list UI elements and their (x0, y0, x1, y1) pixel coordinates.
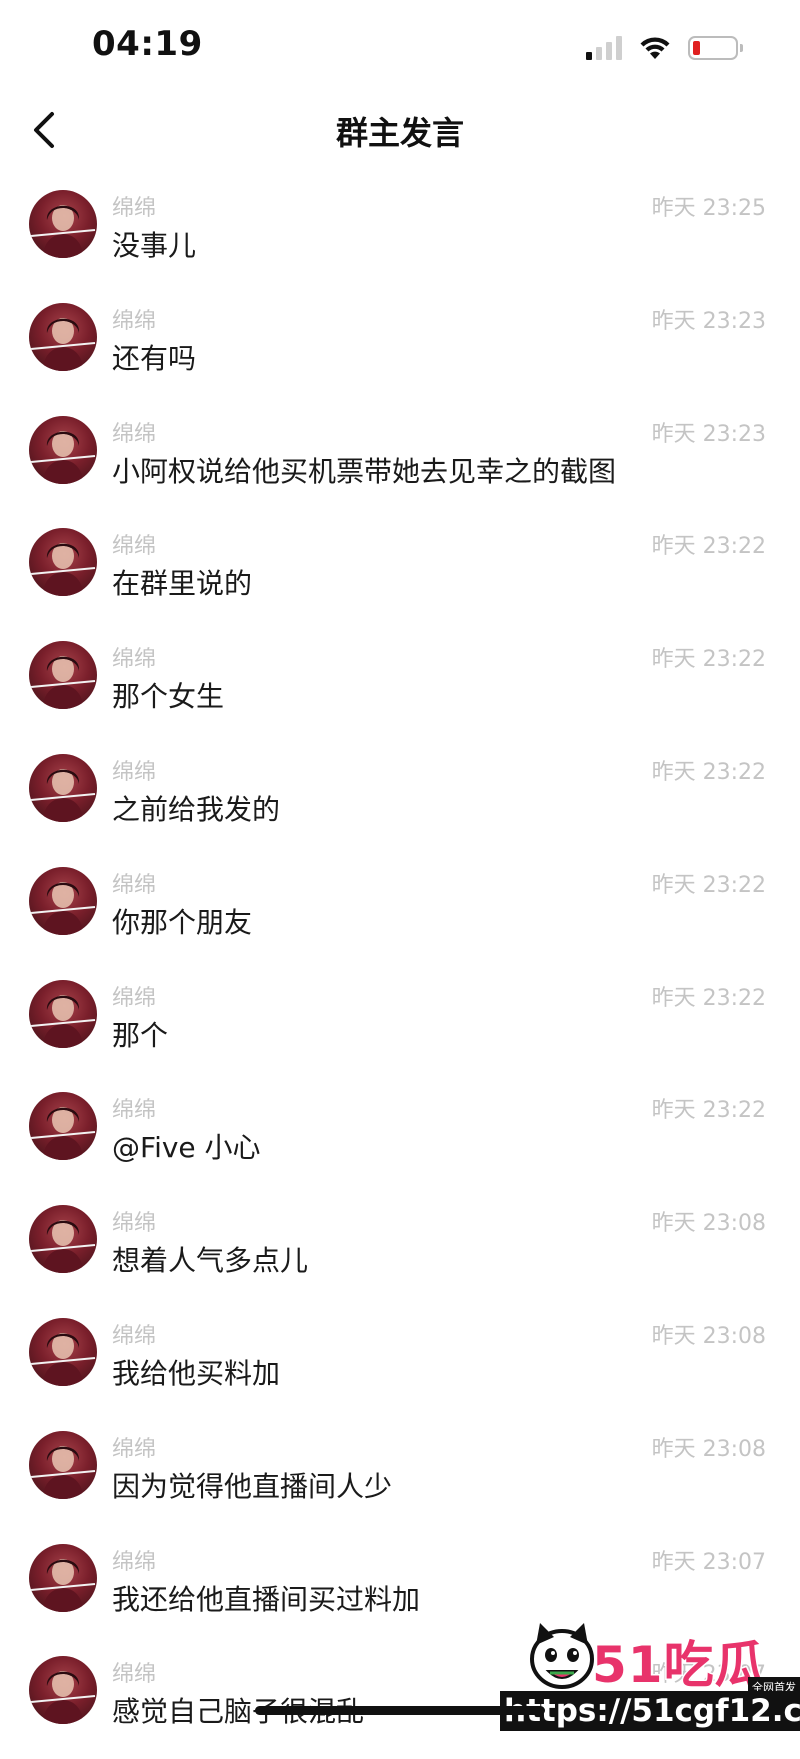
avatar[interactable] (29, 1543, 97, 1612)
nav-bar: 群主发言 (0, 90, 800, 170)
message-list[interactable]: 绵绵 昨天 23:25 没事儿 绵绵 昨天 23:23 还有吗 绵绵 昨天 23… (0, 180, 800, 1759)
sender-name: 绵绵 (112, 647, 157, 673)
avatar-image (30, 1671, 96, 1725)
avatar-image (30, 317, 96, 371)
avatar[interactable] (29, 190, 97, 258)
sender-name: 绵绵 (112, 421, 157, 447)
sender-name: 绵绵 (112, 196, 157, 221)
watermark-url: https://51cgf12.com (500, 1691, 800, 1731)
sender-name: 绵绵 (112, 308, 157, 334)
message-item[interactable]: 绵绵 昨天 23:22 那个 (0, 970, 800, 1083)
sender-name: 绵绵 (112, 1323, 157, 1349)
message-time: 昨天 23:22 (651, 985, 766, 1011)
message-item[interactable]: 绵绵 昨天 23:08 想着人气多点儿 (0, 1195, 800, 1308)
message-time: 昨天 23:22 (651, 534, 766, 560)
sender-name: 绵绵 (112, 1211, 157, 1237)
avatar-image (30, 543, 96, 597)
message-text: @Five 小心 (112, 1131, 261, 1165)
message-text: 那个女生 (112, 680, 225, 714)
avatar[interactable] (29, 1092, 97, 1161)
message-text: 我还给他直播间买过料加 (112, 1582, 421, 1616)
message-item[interactable]: 绵绵 昨天 23:08 我给他买料加 (0, 1308, 800, 1421)
message-text: 我给他买料加 (112, 1356, 281, 1390)
battery-level (693, 41, 700, 55)
message-time: 昨天 23:23 (651, 308, 766, 334)
sender-name: 绵绵 (112, 1436, 157, 1462)
watermark: 51吃瓜 全网首发 https://51cgf12.com (500, 1615, 800, 1731)
message-text: 你那个朋友 (112, 905, 253, 939)
sender-name: 绵绵 (112, 534, 157, 560)
avatar-image (30, 1220, 96, 1274)
status-icons (586, 30, 743, 66)
watermark-brand: 51吃瓜 (591, 1635, 767, 1696)
avatar-image (30, 1332, 96, 1386)
avatar[interactable] (29, 979, 97, 1048)
message-item[interactable]: 绵绵 昨天 23:22 @Five 小心 (0, 1082, 800, 1195)
message-item[interactable]: 绵绵 昨天 23:22 你那个朋友 (0, 857, 800, 970)
avatar-image (30, 768, 96, 822)
avatar-image (30, 994, 96, 1048)
message-time: 昨天 23:22 (651, 872, 766, 898)
avatar[interactable] (29, 1205, 97, 1274)
page-title: 群主发言 (335, 114, 464, 152)
wifi-icon (640, 37, 670, 59)
mascot-icon (530, 1623, 594, 1689)
status-time: 04:19 (92, 24, 203, 64)
avatar-image (30, 1445, 96, 1499)
avatar[interactable] (29, 641, 97, 710)
message-time: 昨天 23:08 (651, 1436, 766, 1462)
message-item[interactable]: 绵绵 昨天 23:08 因为觉得他直播间人少 (0, 1421, 800, 1534)
sender-name: 绵绵 (112, 759, 157, 785)
message-time: 昨天 23:22 (651, 1098, 766, 1124)
message-time: 昨天 23:08 (651, 1323, 766, 1349)
message-time: 昨天 23:07 (651, 1549, 766, 1575)
avatar[interactable] (29, 1430, 97, 1499)
sender-name: 绵绵 (112, 1098, 157, 1124)
battery-icon (688, 36, 743, 60)
message-time: 昨天 23:23 (651, 421, 766, 447)
message-item[interactable]: 绵绵 昨天 23:22 在群里说的 (0, 518, 800, 631)
sender-name: 绵绵 (112, 1662, 157, 1688)
message-time: 昨天 23:08 (651, 1211, 766, 1237)
avatar[interactable] (29, 1656, 97, 1725)
message-text: 还有吗 (112, 341, 197, 375)
avatar-image (30, 1107, 96, 1161)
avatar-image (30, 656, 96, 710)
avatar[interactable] (29, 528, 97, 597)
home-indicator[interactable] (255, 1706, 545, 1715)
message-text: 没事儿 (112, 229, 197, 262)
signal-icon (586, 36, 622, 60)
avatar-image (30, 881, 96, 935)
avatar-image (30, 430, 96, 484)
sender-name: 绵绵 (112, 872, 157, 898)
status-bar: 04:19 (0, 0, 800, 90)
message-time: 昨天 23:25 (651, 196, 766, 221)
sender-name: 绵绵 (112, 985, 157, 1011)
avatar-image (30, 205, 96, 258)
avatar[interactable] (29, 1317, 97, 1386)
avatar[interactable] (29, 302, 97, 371)
message-text: 那个 (112, 1018, 169, 1052)
avatar[interactable] (29, 866, 97, 935)
message-item[interactable]: 绵绵 昨天 23:23 还有吗 (0, 293, 800, 406)
message-time: 昨天 23:22 (651, 759, 766, 785)
avatar[interactable] (29, 415, 97, 484)
message-text: 因为觉得他直播间人少 (112, 1469, 393, 1503)
message-text: 之前给我发的 (112, 792, 281, 826)
message-item[interactable]: 绵绵 昨天 23:22 那个女生 (0, 631, 800, 744)
message-text: 在群里说的 (112, 567, 253, 601)
sender-name: 绵绵 (112, 1549, 157, 1575)
avatar-image (30, 1558, 96, 1612)
message-text: 想着人气多点儿 (112, 1244, 309, 1278)
message-item[interactable]: 绵绵 昨天 23:22 之前给我发的 (0, 744, 800, 857)
message-time: 昨天 23:22 (651, 647, 766, 673)
message-text: 小阿权说给他买机票带她去见幸之的截图 (112, 454, 617, 488)
avatar[interactable] (29, 753, 97, 822)
message-item[interactable]: 绵绵 昨天 23:25 没事儿 (0, 180, 800, 293)
message-item[interactable]: 绵绵 昨天 23:23 小阿权说给他买机票带她去见幸之的截图 (0, 406, 800, 519)
